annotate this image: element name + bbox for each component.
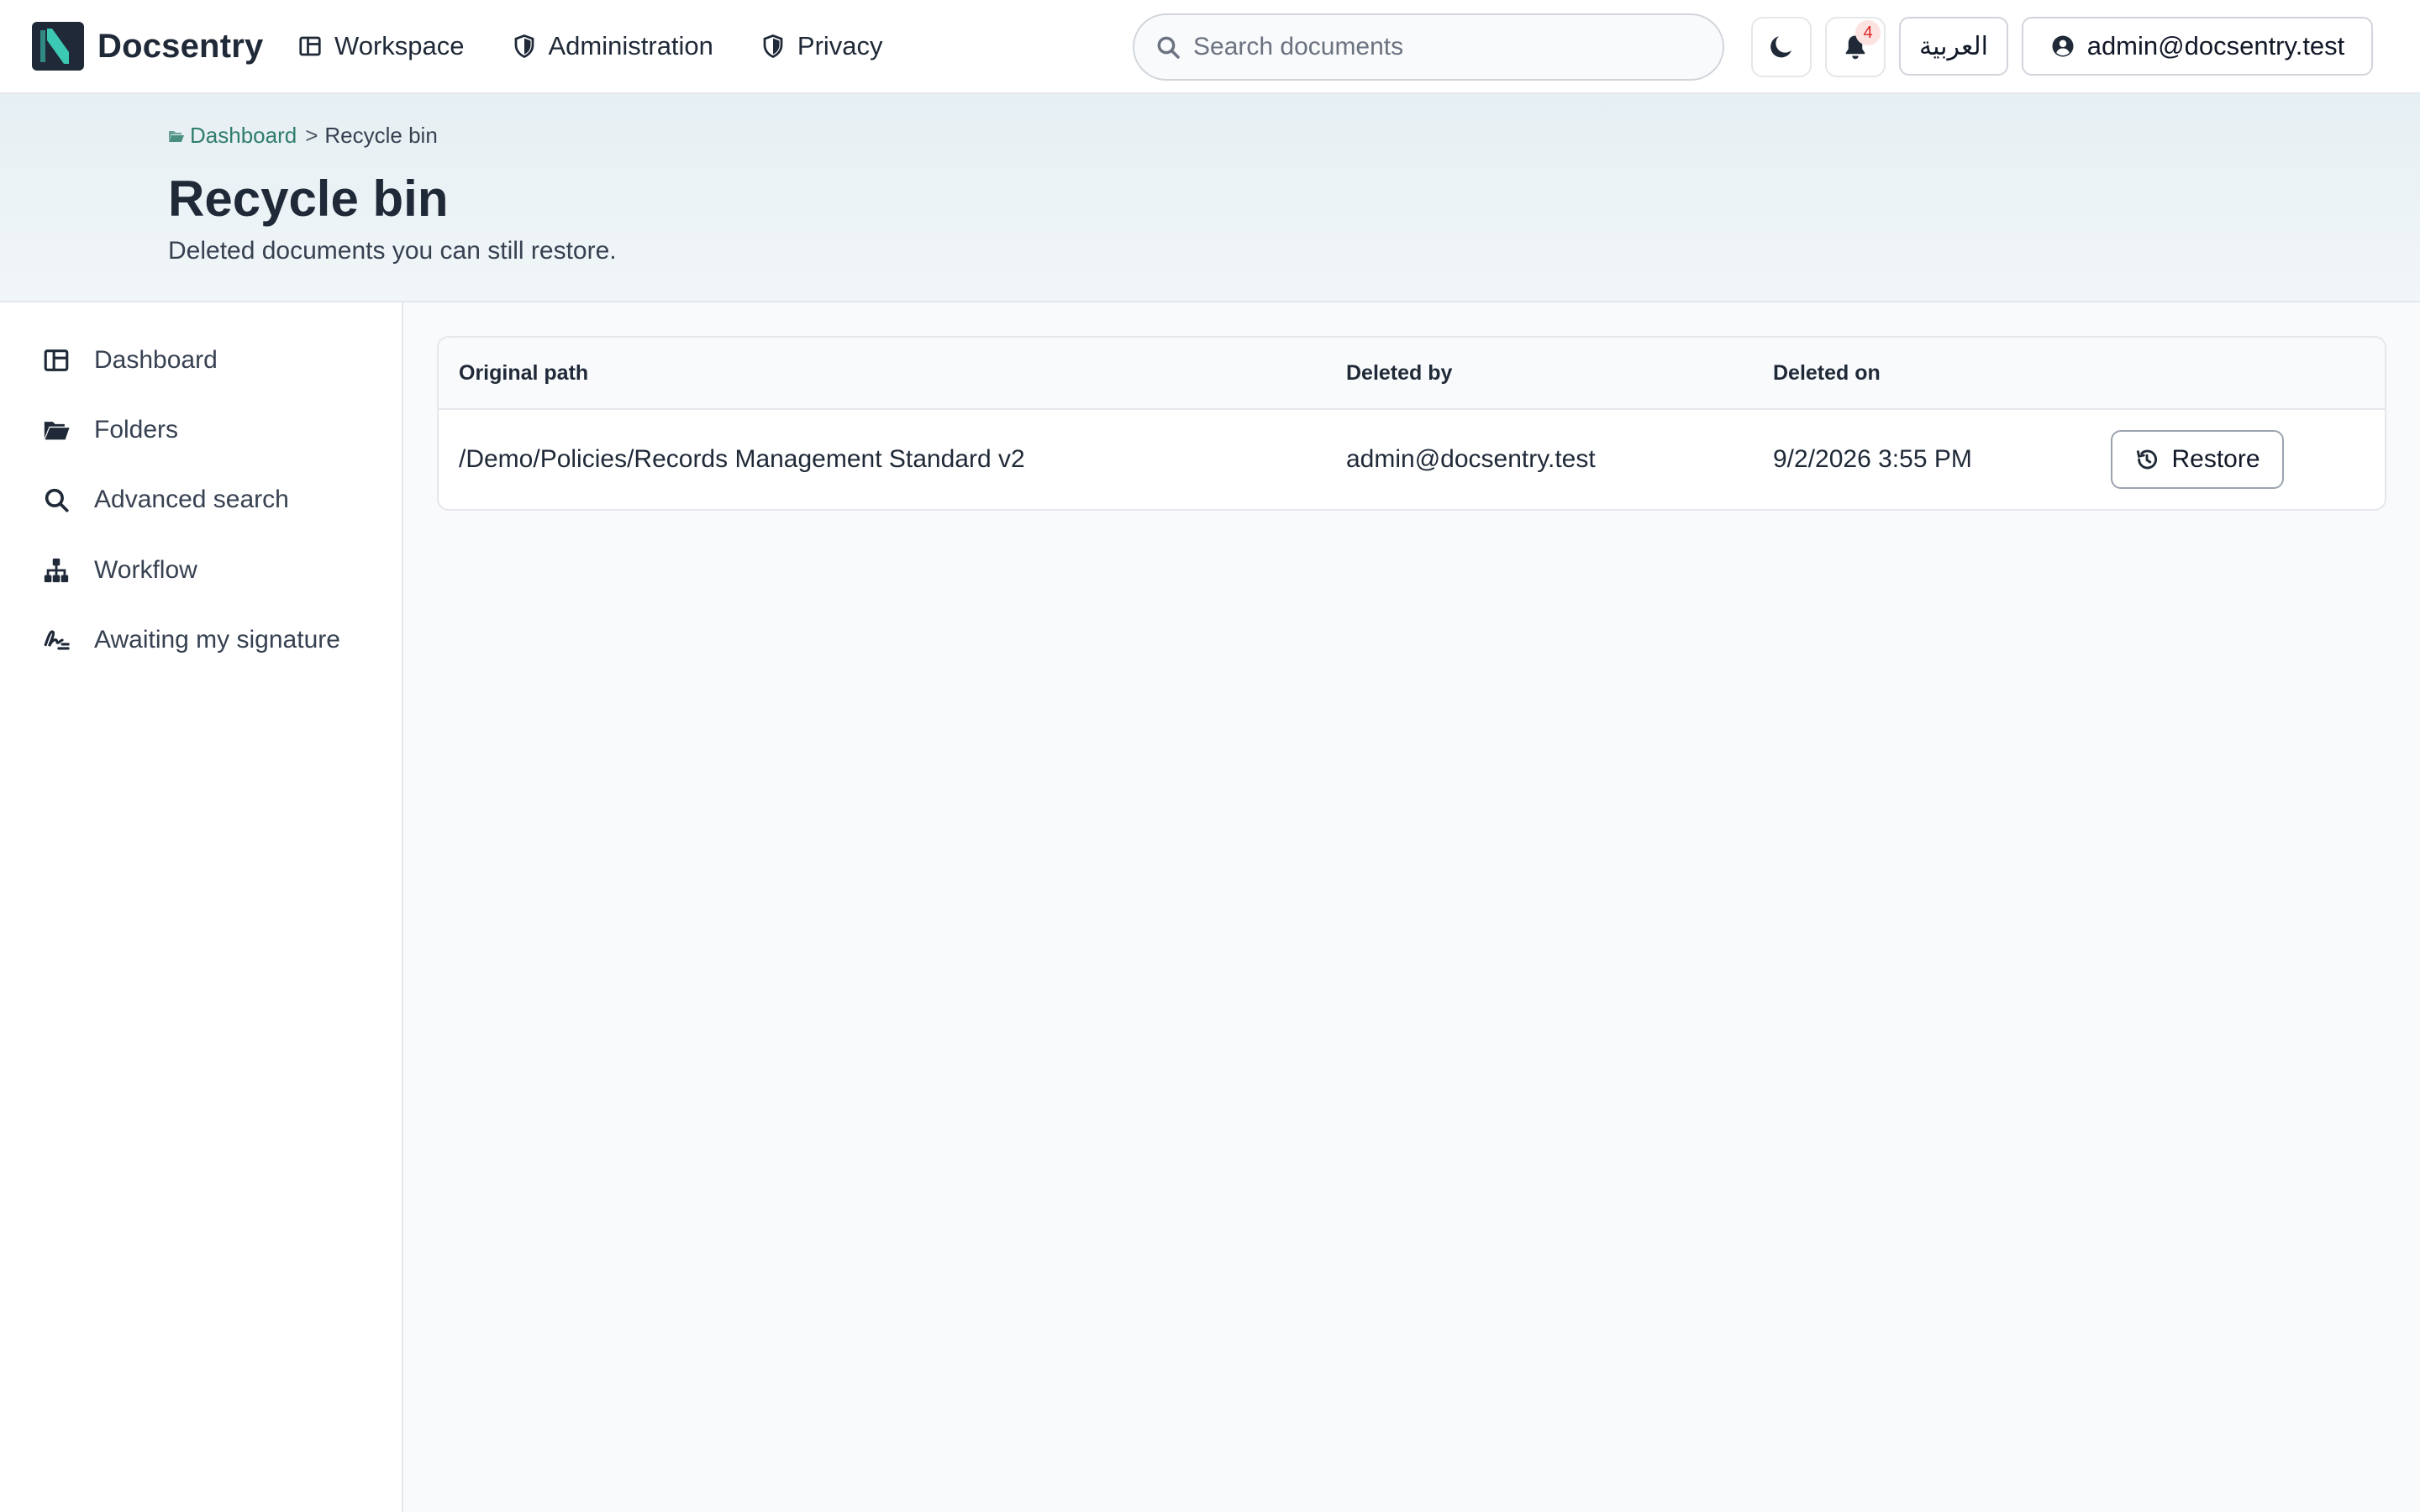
moon-icon (1770, 36, 1791, 58)
nav-item-privacy[interactable]: Privacy (760, 31, 883, 61)
brand[interactable]: Docsentry (32, 22, 263, 71)
breadcrumb-parent-label: Dashboard (190, 123, 297, 148)
main-nav: Workspace Administration Privacy (297, 25, 930, 67)
page-header: Dashboard > Recycle bin Recycle bin Dele… (0, 94, 2420, 302)
sidebar-item-advanced-search[interactable]: Advanced search (42, 479, 289, 521)
top-navbar: Docsentry Workspace Administration Priva… (0, 0, 2420, 94)
layout-icon (299, 36, 321, 56)
search-icon (1157, 36, 1180, 59)
restore-button[interactable]: Restore (2111, 430, 2284, 489)
notification-count-badge: 4 (1855, 20, 1881, 45)
user-email-label: admin@docsentry.test (2086, 31, 2345, 60)
cell-deleted-on: 9/2/2026 3:55 PM (1773, 445, 1972, 473)
folder-open-icon (44, 422, 70, 440)
sidebar-item-label: Advanced search (94, 486, 289, 513)
table-header: Original path Deleted by Deleted on (439, 338, 2385, 410)
column-header-deleted-on: Deleted on (1773, 361, 1881, 385)
layout-icon (44, 349, 69, 371)
restore-button-label: Restore (2171, 445, 2260, 473)
breadcrumb-link-dashboard[interactable]: Dashboard (168, 123, 297, 149)
shield-icon (763, 34, 783, 59)
brand-name: Docsentry (97, 27, 264, 65)
folder-open-icon (169, 130, 184, 142)
search-box (1133, 13, 1724, 81)
sidebar-item-workflow[interactable]: Workflow (42, 549, 197, 591)
nav-item-workspace[interactable]: Workspace (297, 31, 465, 61)
sidebar-item-folders[interactable]: Folders (42, 409, 178, 451)
sidebar-item-label: Workflow (94, 556, 197, 584)
user-menu-button[interactable]: admin@docsentry.test (2022, 17, 2373, 76)
breadcrumb: Dashboard > Recycle bin (168, 123, 438, 149)
nav-item-label: Administration (548, 31, 713, 60)
cell-original-path: /Demo/Policies/Records Management Standa… (459, 445, 1025, 473)
nav-item-administration[interactable]: Administration (512, 31, 713, 61)
sidebar-item-awaiting-signature[interactable]: Awaiting my signature (42, 619, 340, 661)
breadcrumb-current: Recycle bin (324, 123, 438, 148)
sidebar: Dashboard Folders Advanced search Workfl… (0, 302, 403, 1512)
sidebar-item-label: Dashboard (94, 346, 218, 374)
history-icon (2137, 449, 2158, 470)
sidebar-item-label: Folders (94, 416, 179, 444)
language-label: العربية (1919, 31, 1988, 61)
signature-icon (44, 630, 70, 650)
language-switch-button[interactable]: العربية (1899, 17, 2008, 76)
sidebar-item-dashboard[interactable]: Dashboard (42, 339, 218, 381)
nav-item-label: Privacy (797, 31, 883, 60)
user-circle-icon (2052, 35, 2074, 57)
cell-deleted-by: admin@docsentry.test (1346, 445, 1596, 473)
shield-icon (514, 34, 534, 59)
theme-toggle-button[interactable] (1751, 17, 1812, 77)
docsentry-logo-icon (32, 22, 84, 71)
recycle-bin-table: Original path Deleted by Deleted on /Dem… (437, 336, 2386, 511)
nav-item-label: Workspace (334, 31, 465, 60)
sitemap-icon (44, 558, 69, 583)
search-input[interactable] (1193, 33, 1697, 61)
sidebar-item-label: Awaiting my signature (94, 626, 340, 654)
page-title: Recycle bin (168, 171, 449, 227)
page-subtitle: Deleted documents you can still restore. (168, 237, 617, 265)
breadcrumb-separator: > (305, 123, 318, 148)
search-icon (45, 488, 69, 512)
column-header-deleted-by: Deleted by (1346, 361, 1453, 385)
notifications-button[interactable]: 4 (1825, 17, 1886, 77)
column-header-original-path: Original path (459, 361, 589, 385)
